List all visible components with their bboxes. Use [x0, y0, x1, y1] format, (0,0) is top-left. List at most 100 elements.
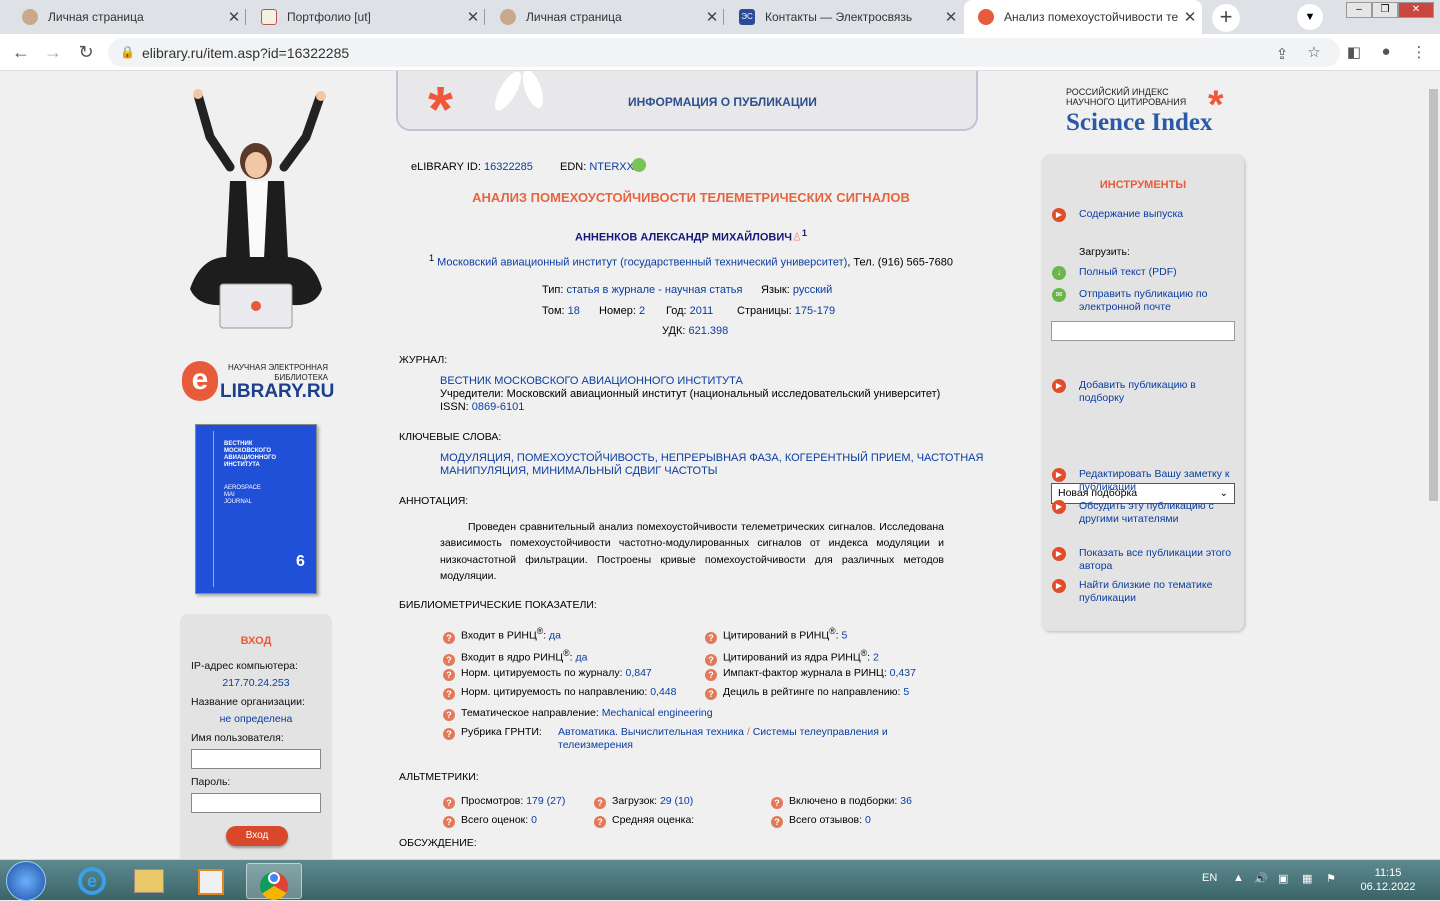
issue-value[interactable]: 2: [639, 305, 645, 317]
author-name[interactable]: АННЕНКОВ АЛЕКСАНДР МИХАЙЛОВИЧ: [575, 232, 792, 244]
metric-grnti: ? Рубрика ГРНТИ:: [443, 726, 542, 740]
login-button[interactable]: Вход: [226, 826, 288, 846]
close-tab-icon[interactable]: ✕: [461, 8, 485, 26]
username-input[interactable]: [191, 749, 321, 769]
journal-name-link[interactable]: ВЕСТНИК МОСКОВСКОГО АВИАЦИОННОГО ИНСТИТУ…: [440, 375, 743, 387]
menu-dots-icon[interactable]: ⋮: [1409, 43, 1429, 61]
tab-2[interactable]: Портфолио [ut] ✕: [247, 0, 485, 34]
grnti-value: Автоматика. Вычислительная техника / Сис…: [558, 726, 888, 751]
help-icon[interactable]: ?: [443, 728, 455, 740]
help-icon[interactable]: ?: [594, 797, 606, 809]
elibrary-logo[interactable]: e НАУЧНАЯ ЭЛЕКТРОННАЯ БИБЛИОТЕКА LIBRARY.…: [182, 361, 334, 405]
help-icon[interactable]: ?: [705, 653, 717, 666]
vertical-scrollbar[interactable]: [1427, 71, 1440, 859]
metric-subject-link[interactable]: Mechanical engineering: [602, 707, 713, 719]
edn-value[interactable]: NTERXX: [589, 161, 634, 173]
forward-arrow-icon[interactable]: →: [42, 42, 64, 63]
explorer-taskbar-icon[interactable]: [121, 863, 177, 899]
volume-icon[interactable]: 🔊: [1254, 872, 1268, 885]
maximize-button[interactable]: ❐: [1372, 2, 1398, 18]
scrollbar-thumb[interactable]: [1429, 89, 1438, 501]
network-icon[interactable]: ▦: [1302, 872, 1312, 885]
type-field: Тип: статья в журнале - научная статья: [542, 284, 743, 296]
cover-issue-number: 6: [296, 553, 305, 570]
help-icon[interactable]: ?: [771, 797, 783, 809]
close-tab-icon[interactable]: ✕: [700, 8, 724, 26]
author-profile-icon[interactable]: ♙: [792, 232, 802, 244]
journal-block: ВЕСТНИК МОСКОВСКОГО АВИАЦИОННОГО ИНСТИТУ…: [440, 375, 941, 413]
back-arrow-icon[interactable]: ←: [10, 42, 32, 63]
metric-citations-rinc-value[interactable]: 5: [841, 630, 847, 642]
qr-code-icon[interactable]: [632, 158, 646, 172]
help-icon[interactable]: ?: [594, 816, 606, 828]
grnti-link-2-cont[interactable]: телеизмерения: [558, 739, 633, 751]
metric-in-rinc-value[interactable]: да: [549, 630, 561, 642]
action-center-icon[interactable]: ⚑: [1326, 872, 1336, 885]
alt-collections-value[interactable]: 36: [900, 795, 912, 807]
grnti-link-2[interactable]: Системы телеуправления и: [753, 726, 888, 738]
help-icon[interactable]: ?: [443, 816, 455, 828]
tray-app-icon[interactable]: ▣: [1278, 872, 1288, 885]
help-icon[interactable]: ?: [443, 688, 455, 700]
chrome-taskbar-icon[interactable]: [246, 863, 302, 900]
address-bar[interactable]: 🔒 elibrary.ru/item.asp?id=16322285 ⇪ ☆: [108, 38, 1340, 67]
keywords-line-1[interactable]: МОДУЛЯЦИЯ, ПОМЕХОУСТОЙЧИВОСТЬ, НЕПРЕРЫВН…: [440, 452, 983, 464]
grnti-link-1[interactable]: Автоматика. Вычислительная техника: [558, 726, 744, 738]
minimize-button[interactable]: ‒: [1346, 2, 1372, 18]
metric-in-core-value[interactable]: да: [575, 652, 587, 664]
pages-field: Страницы: 175-179: [737, 305, 836, 317]
start-button[interactable]: [6, 861, 46, 901]
new-tab-button[interactable]: +: [1212, 4, 1240, 32]
tray-expand-icon[interactable]: ▲: [1233, 872, 1244, 884]
help-icon[interactable]: ?: [443, 709, 455, 721]
tab-5-active[interactable]: Анализ помехоустойчивости те ✕: [964, 0, 1202, 34]
metric-citations-core-value[interactable]: 2: [873, 652, 879, 664]
clock[interactable]: 11:15 06.12.2022: [1360, 866, 1416, 894]
help-icon[interactable]: ?: [443, 631, 455, 644]
email-input[interactable]: [1051, 321, 1235, 341]
alt-avg-rating: ? Средняя оценка:: [594, 814, 694, 828]
tab-4[interactable]: ЭС Контакты — Электросвязь ✕: [725, 0, 963, 34]
journal-cover-image[interactable]: ВЕСТНИК МОСКОВСКОГО АВИАЦИОННОГО ИНСТИТУ…: [195, 424, 317, 594]
help-icon[interactable]: ?: [771, 816, 783, 828]
bookmark-star-icon[interactable]: ☆: [1304, 43, 1324, 61]
reload-icon[interactable]: ↻: [75, 42, 97, 63]
profile-icon[interactable]: ●: [1376, 43, 1396, 60]
ie-taskbar-icon[interactable]: e: [64, 863, 120, 899]
help-icon[interactable]: ?: [443, 669, 455, 681]
help-icon[interactable]: ?: [705, 631, 717, 644]
alt-reviews: ? Всего отзывов: 0: [771, 814, 871, 828]
alt-views-value[interactable]: 179 (27): [526, 795, 565, 807]
login-title: ВХОД: [240, 635, 272, 647]
language-indicator[interactable]: EN: [1202, 872, 1217, 884]
close-window-button[interactable]: ✕: [1398, 2, 1434, 18]
close-tab-icon[interactable]: ✕: [1178, 8, 1202, 26]
close-tab-icon[interactable]: ✕: [222, 8, 246, 26]
page-content: e НАУЧНАЯ ЭЛЕКТРОННАЯ БИБЛИОТЕКА LIBRARY.…: [0, 71, 1427, 859]
help-icon[interactable]: ?: [443, 653, 455, 666]
alt-ratings-value: 0: [531, 814, 537, 826]
password-input[interactable]: [191, 793, 321, 813]
help-icon[interactable]: ?: [705, 688, 717, 700]
share-icon[interactable]: ⇪: [1272, 45, 1292, 63]
side-panel-icon[interactable]: ◧: [1344, 43, 1364, 61]
tab-1[interactable]: Личная страница ✕: [8, 0, 246, 34]
science-index-logo[interactable]: РОССИЙСКИЙ ИНДЕКС НАУЧНОГО ЦИТИРОВАНИЯ Sc…: [1066, 85, 1246, 147]
tab-3[interactable]: Личная страница ✕: [486, 0, 724, 34]
alt-downloads-value[interactable]: 29 (10): [660, 795, 693, 807]
pages-value: 175-179: [794, 305, 836, 317]
elibrary-id-value[interactable]: 16322285: [484, 161, 533, 173]
metric-in-core: ? Входит в ядро РИНЦ®: да: [443, 648, 587, 666]
tab-search-chevron-icon[interactable]: ▼: [1297, 4, 1323, 30]
keywords-line-2[interactable]: МАНИПУЛЯЦИЯ, МИНИМАЛЬНЫЙ СДВИГ ЧАСТОТЫ: [440, 465, 718, 477]
volume-value[interactable]: 18: [568, 305, 580, 317]
keywords-list[interactable]: МОДУЛЯЦИЯ, ПОМЕХОУСТОЙЧИВОСТЬ, НЕПРЕРЫВН…: [440, 452, 983, 478]
help-icon[interactable]: ?: [705, 669, 717, 681]
discussion-section-label: ОБСУЖДЕНИЕ:: [399, 837, 477, 849]
url-text[interactable]: elibrary.ru/item.asp?id=16322285: [142, 45, 349, 61]
affiliation-org-link[interactable]: Московский авиационный институт (государ…: [437, 257, 847, 269]
close-tab-icon[interactable]: ✕: [939, 8, 963, 26]
help-icon[interactable]: ?: [443, 797, 455, 809]
lock-icon[interactable]: 🔒: [120, 45, 135, 59]
media-player-taskbar-icon[interactable]: [183, 863, 239, 899]
